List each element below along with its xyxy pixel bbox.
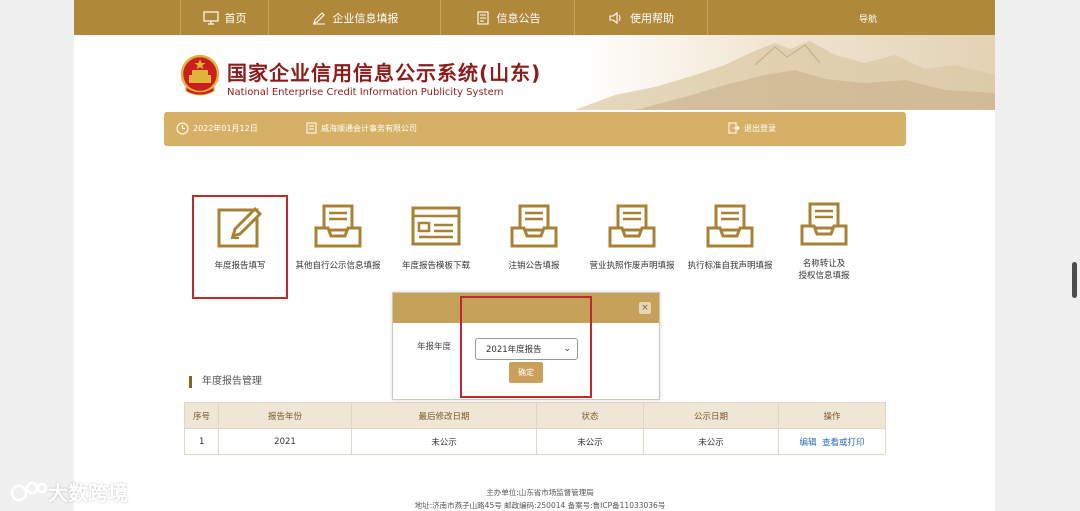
inbox-icon <box>706 204 754 248</box>
inbox-icon <box>314 204 362 248</box>
logout-button[interactable]: 退出登录 <box>728 122 776 134</box>
tile-label: 执行标准自我声明填报 <box>687 261 773 271</box>
nav-enterprise-fill[interactable]: 企业信息填报 <box>268 0 440 35</box>
close-icon[interactable]: × <box>639 302 651 314</box>
tile-license-void[interactable]: 营业执照作废声明填报 <box>582 202 682 272</box>
nav-menu-link[interactable]: 导航 <box>859 12 877 25</box>
tile-cancellation-notice[interactable]: 注销公告填报 <box>484 202 584 272</box>
col-header: 公示日期 <box>643 402 779 429</box>
col-header: 操作 <box>778 402 886 429</box>
table-row: 1 2021 未公示 未公示 未公示 编辑 查看或打印 <box>184 428 886 455</box>
watermark: 大数跨境 <box>10 477 128 506</box>
current-date: 2022年01月12日 <box>193 124 258 133</box>
col-header: 序号 <box>184 402 219 429</box>
watermark-text: 大数跨境 <box>48 481 128 505</box>
logout-label: 退出登录 <box>744 123 776 133</box>
nav-home-label: 首页 <box>224 11 247 25</box>
template-icon <box>411 206 461 246</box>
tile-label: 年度报告模板下载 <box>401 261 470 271</box>
tile-label: 其他自行公示信息填报 <box>295 261 381 271</box>
building-icon <box>306 122 317 134</box>
year-label: 年报年度 <box>417 342 452 352</box>
cell-no: 1 <box>184 428 219 455</box>
scrollbar-thumb[interactable] <box>1072 262 1077 298</box>
tile-other-disclosure[interactable]: 其他自行公示信息填报 <box>288 202 388 272</box>
col-header: 状态 <box>536 402 644 429</box>
nav-announcement[interactable]: 信息公告 <box>440 0 574 35</box>
user-info-bar: 2022年01月12日 威海顺通会计事务有限公司 退出登录 <box>164 112 906 146</box>
nav-home[interactable]: 首页 <box>180 0 268 35</box>
pen-icon <box>312 11 325 24</box>
site-title: 国家企业信用信息公示系统(山东) <box>227 61 542 85</box>
col-header: 报告年份 <box>218 402 352 429</box>
col-header: 最后修改日期 <box>351 402 537 429</box>
cell-modified: 未公示 <box>351 428 537 455</box>
inbox-icon <box>800 202 848 246</box>
edit-link[interactable]: 编辑 <box>800 438 817 448</box>
view-print-link[interactable]: 查看或打印 <box>822 438 865 448</box>
nav-enterprise-fill-label: 企业信息填报 <box>332 11 399 25</box>
inbox-icon <box>510 204 558 248</box>
clock-icon <box>176 122 189 135</box>
table-header-row: 序号 报告年份 最后修改日期 状态 公示日期 操作 <box>184 402 886 429</box>
footer-sponsor: 主办单位:山东省市场监督管理局 <box>486 488 594 497</box>
mountain-illustration <box>575 41 995 110</box>
nav-help-label: 使用帮助 <box>630 11 674 25</box>
national-emblem-icon <box>180 54 220 96</box>
speaker-icon <box>609 11 621 24</box>
tile-name-transfer[interactable]: 名称转让及 授权信息填报 <box>774 200 874 282</box>
company-name: 威海顺通会计事务有限公司 <box>321 123 417 133</box>
date-info: 2022年01月12日 <box>176 122 258 135</box>
cell-status: 未公示 <box>536 428 644 455</box>
tile-label: 营业执照作废声明填报 <box>589 261 675 271</box>
document-icon <box>476 10 489 25</box>
cell-year: 2021 <box>218 428 352 455</box>
highlight-box-year-select <box>460 296 592 398</box>
watermark-logo-icon <box>10 481 48 501</box>
section-title: 年度报告管理 <box>189 376 262 388</box>
cell-actions: 编辑 查看或打印 <box>778 428 886 455</box>
site-header: 国家企业信用信息公示系统(山东) National Enterprise Cre… <box>74 35 995 110</box>
tile-label: 注销公告填报 <box>508 261 560 271</box>
top-nav: 首页 企业信息填报 信息公告 使用帮助 导航 <box>74 0 995 35</box>
tile-label: 名称转让及 授权信息填报 <box>798 259 850 281</box>
highlight-box-annual-report <box>192 195 288 299</box>
company-info: 威海顺通会计事务有限公司 <box>306 122 417 134</box>
site-subtitle: National Enterprise Credit Information P… <box>227 87 504 98</box>
monitor-icon <box>202 10 219 25</box>
cell-pub-date: 未公示 <box>643 428 779 455</box>
nav-announcement-label: 信息公告 <box>496 11 541 25</box>
logout-icon <box>728 122 740 134</box>
annual-report-table: 序号 报告年份 最后修改日期 状态 公示日期 操作 1 2021 未公示 未公示… <box>184 402 886 455</box>
footer-address: 地址:济南市燕子山路45号 邮政编码:250014 备案号:鲁ICP备11033… <box>414 501 666 510</box>
tile-standard-declaration[interactable]: 执行标准自我声明填报 <box>680 202 780 272</box>
tile-template-download[interactable]: 年度报告模板下载 <box>386 202 486 272</box>
inbox-icon <box>608 204 656 248</box>
nav-help[interactable]: 使用帮助 <box>574 0 708 35</box>
